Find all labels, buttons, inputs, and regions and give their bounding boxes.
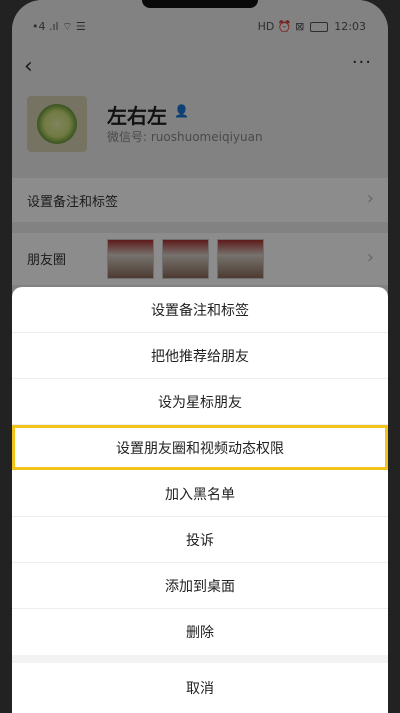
sheet-item-report[interactable]: 投诉	[12, 517, 388, 563]
sheet-item-recommend[interactable]: 把他推荐给朋友	[12, 333, 388, 379]
action-sheet: 设置备注和标签 把他推荐给朋友 设为星标朋友 设置朋友圈和视频动态权限 加入黑名…	[12, 287, 388, 713]
sheet-divider	[12, 655, 388, 663]
sheet-item-remark[interactable]: 设置备注和标签	[12, 287, 388, 333]
sheet-item-delete[interactable]: 删除	[12, 609, 388, 654]
sheet-item-add-desktop[interactable]: 添加到桌面	[12, 563, 388, 609]
sheet-item-moments-permission[interactable]: 设置朋友圈和视频动态权限	[12, 425, 388, 470]
sheet-item-blacklist[interactable]: 加入黑名单	[12, 471, 388, 517]
cancel-button[interactable]: 取消	[12, 663, 388, 713]
phone-screen: •4 .ıl ⌔ ☰ HD ⏰ ⊠ 12:03 ‹ ··· 左右左 👤 微信号:…	[12, 0, 388, 713]
sheet-item-star[interactable]: 设为星标朋友	[12, 379, 388, 425]
